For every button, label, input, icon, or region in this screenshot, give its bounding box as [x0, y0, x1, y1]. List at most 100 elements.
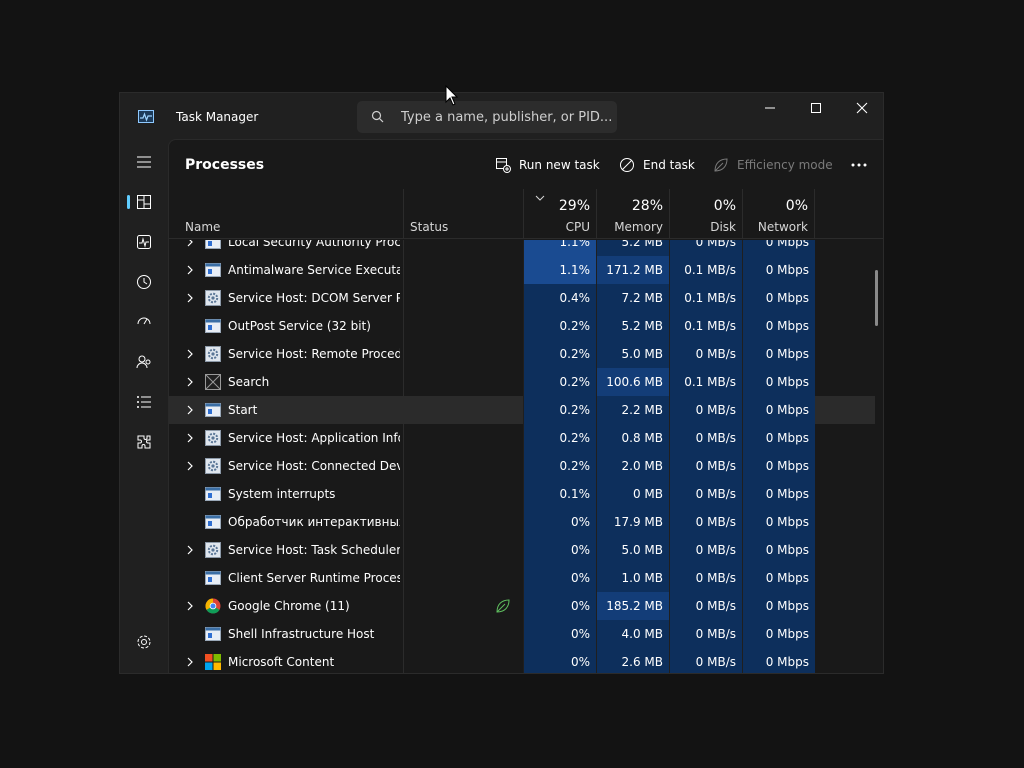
- nav-details[interactable]: [124, 385, 164, 419]
- chevron-right-icon[interactable]: [186, 657, 194, 667]
- chevron-right-icon[interactable]: [186, 461, 194, 471]
- network-cell: 0 Mbps: [742, 340, 815, 368]
- close-icon: [856, 102, 868, 114]
- nav-hamburger-button[interactable]: [124, 145, 164, 179]
- gear-icon: [205, 346, 221, 362]
- end-task-icon: [620, 158, 634, 172]
- search-app-icon: [205, 374, 221, 390]
- column-name[interactable]: Name: [169, 189, 403, 239]
- chevron-right-icon[interactable]: [186, 240, 194, 247]
- process-row[interactable]: Start 0.2% 2.2 MB 0 MB/s 0 Mbps: [169, 396, 883, 424]
- process-row[interactable]: Local Security Authority Proce... 1.1%5.2…: [169, 240, 883, 256]
- disk-cell: 0.1 MB/s: [669, 312, 742, 340]
- window-icon: [205, 571, 221, 585]
- navigation-sidebar: [120, 139, 168, 673]
- network-cell: 0 Mbps: [742, 592, 815, 620]
- process-row[interactable]: Client Server Runtime Process 0% 1.0 MB 0 M…: [169, 564, 883, 592]
- column-memory[interactable]: 28% Memory: [596, 189, 669, 239]
- title-bar[interactable]: Task Manager: [120, 93, 883, 139]
- nav-settings[interactable]: [124, 625, 164, 659]
- window-icon: [205, 319, 221, 333]
- process-row[interactable]: Shell Infrastructure Host 0% 4.0 MB 0 MB/s 0…: [169, 620, 883, 648]
- memory-cell: 0 MB: [596, 480, 669, 508]
- chevron-right-icon[interactable]: [186, 433, 194, 443]
- memory-cell: 5.2 MB: [596, 240, 669, 256]
- hamburger-icon: [137, 156, 151, 168]
- chevron-right-icon[interactable]: [186, 601, 194, 611]
- memory-cell: 2.0 MB: [596, 452, 669, 480]
- network-cell: 0 Mbps: [742, 508, 815, 536]
- column-network[interactable]: 0% Network: [742, 189, 815, 239]
- process-row[interactable]: Обработчик интерактивных ...0%17.9 MB0 M…: [169, 508, 883, 536]
- end-task-button[interactable]: End task: [619, 153, 695, 177]
- process-row[interactable]: Service Host: Application Infor... 0.2%0.…: [169, 424, 883, 452]
- chrome-icon: [205, 598, 221, 614]
- microsoft-icon: [205, 654, 221, 670]
- active-indicator: [127, 195, 130, 209]
- cpu-cell: 0.2%: [523, 340, 596, 368]
- chevron-right-icon[interactable]: [186, 349, 194, 359]
- gear-icon: [205, 458, 221, 474]
- process-row[interactable]: Service Host: DCOM Server Pr... 0.4% 7.2 M…: [169, 284, 883, 312]
- process-name: Microsoft Content: [228, 655, 335, 669]
- network-cell: 0 Mbps: [742, 648, 815, 673]
- nav-app-history[interactable]: [124, 265, 164, 299]
- cpu-cell: 0%: [523, 620, 596, 648]
- nav-users[interactable]: [124, 345, 164, 379]
- search-input[interactable]: [401, 107, 611, 127]
- column-disk[interactable]: 0% Disk: [669, 189, 742, 239]
- column-cpu[interactable]: 29% CPU: [523, 189, 596, 239]
- nav-services[interactable]: [124, 425, 164, 459]
- disk-cell: 0 MB/s: [669, 620, 742, 648]
- chevron-right-icon[interactable]: [186, 293, 194, 303]
- sort-descending-icon: [535, 195, 545, 201]
- process-row[interactable]: Google Chrome (11) 0% 185.2 MB 0 MB/s 0 Mbps: [169, 592, 883, 620]
- process-row[interactable]: Microsoft Content 0% 2.6 MB 0 MB/s 0 Mbps: [169, 648, 883, 673]
- network-cell: 0 Mbps: [742, 536, 815, 564]
- disk-cell: 0.1 MB/s: [669, 284, 742, 312]
- nav-startup-apps[interactable]: [124, 305, 164, 339]
- disk-cell: 0 MB/s: [669, 648, 742, 673]
- nav-processes[interactable]: [124, 185, 164, 219]
- disk-cell: 0 MB/s: [669, 592, 742, 620]
- process-row[interactable]: Service Host: Connected Devi... 0.2% 2.0 M…: [169, 452, 883, 480]
- nav-performance[interactable]: [124, 225, 164, 259]
- mouse-cursor-icon: [445, 85, 459, 106]
- process-name: System interrupts: [228, 487, 336, 501]
- column-status[interactable]: Status: [403, 189, 523, 239]
- network-cell: 0 Mbps: [742, 240, 815, 256]
- network-cell: 0 Mbps: [742, 256, 815, 284]
- process-name: Antimalware Service Executable: [228, 263, 400, 277]
- process-row[interactable]: Service Host: Remote Procedu... 0.2%5.0 M…: [169, 340, 883, 368]
- process-row[interactable]: Antimalware Service Executable 1.1%171.2 …: [169, 256, 883, 284]
- maximize-button[interactable]: [793, 93, 839, 123]
- more-options-button[interactable]: [845, 153, 873, 177]
- memory-cell: 2.6 MB: [596, 648, 669, 673]
- minimize-button[interactable]: [747, 93, 793, 123]
- chevron-right-icon[interactable]: [186, 545, 194, 555]
- chevron-right-icon[interactable]: [186, 405, 194, 415]
- efficiency-mode-button[interactable]: Efficiency mode: [713, 153, 833, 177]
- window-icon: [205, 263, 221, 277]
- close-button[interactable]: [839, 93, 883, 123]
- process-row[interactable]: Service Host: Task Scheduler 0% 5.0 MB 0 MB…: [169, 536, 883, 564]
- search-box[interactable]: [357, 101, 617, 133]
- process-row[interactable]: System interrupts 0.1% 0 MB 0 MB/s 0 Mbps: [169, 480, 883, 508]
- process-row[interactable]: OutPost Service (32 bit) 0.2% 5.2 MB 0.1 MB…: [169, 312, 883, 340]
- disk-cell: 0 MB/s: [669, 564, 742, 592]
- cpu-cell: 0.1%: [523, 480, 596, 508]
- disk-cell: 0.1 MB/s: [669, 368, 742, 396]
- run-new-task-button[interactable]: Run new task: [495, 153, 600, 177]
- task-manager-window: Task Manager Type a name, publisher, or …: [119, 92, 884, 674]
- scrollbar-thumb[interactable]: [875, 270, 878, 326]
- cpu-cell: 0.4%: [523, 284, 596, 312]
- network-cell: 0 Mbps: [742, 368, 815, 396]
- desktop: Task Manager Type a name, publisher, or …: [0, 0, 1024, 768]
- chevron-right-icon[interactable]: [186, 377, 194, 387]
- process-row[interactable]: Search 0.2% 100.6 MB 0.1 MB/s 0 Mbps: [169, 368, 883, 396]
- cpu-cell: 0.2%: [523, 452, 596, 480]
- cpu-cell: 0.2%: [523, 424, 596, 452]
- chevron-right-icon[interactable]: [186, 265, 194, 275]
- memory-cell: 0.8 MB: [596, 424, 669, 452]
- window-icon: [205, 240, 221, 249]
